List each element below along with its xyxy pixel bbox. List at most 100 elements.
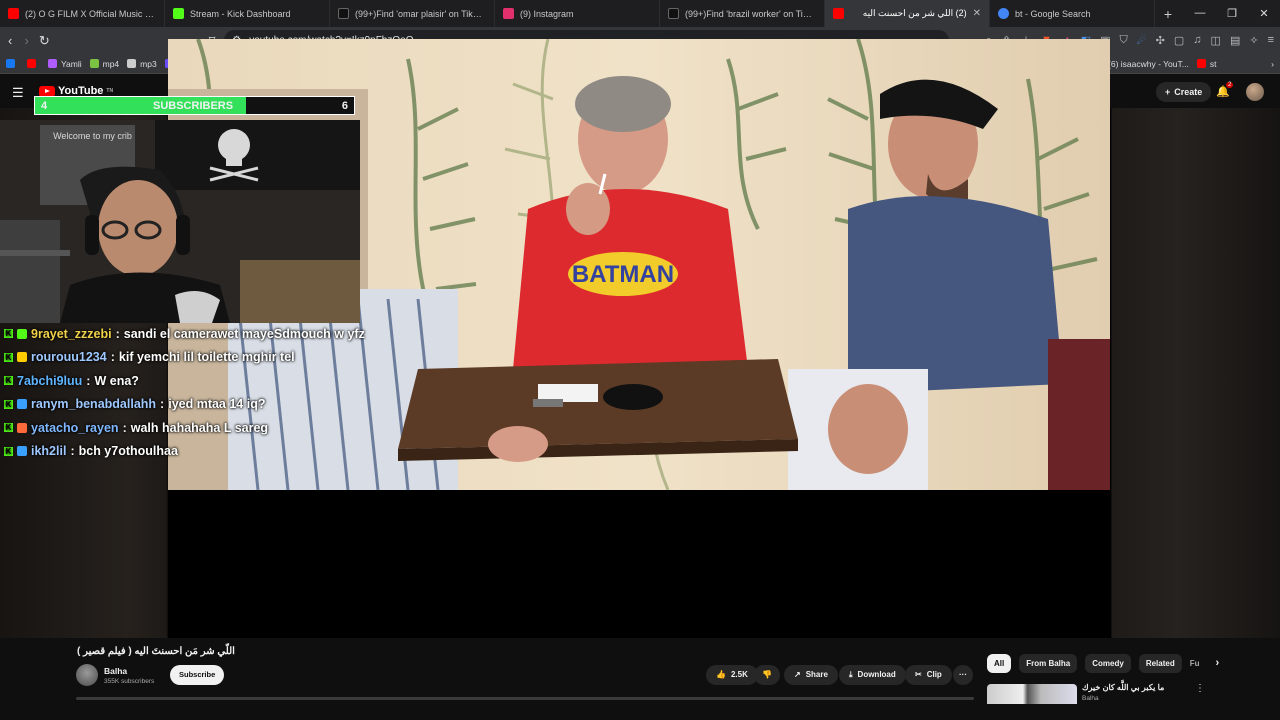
like-button[interactable]: 👍 2.5K xyxy=(706,665,758,685)
bookmark-item[interactable]: st xyxy=(1196,59,1216,69)
browser-tab[interactable]: Stream - Kick Dashboard xyxy=(165,0,330,27)
room-sign-text: Welcome to my crib xyxy=(53,131,132,141)
bookmark-item[interactable] xyxy=(27,59,40,68)
clip-button[interactable]: ✂ Clip xyxy=(905,665,952,685)
create-button[interactable]: + Create xyxy=(1156,82,1212,102)
browser-tab[interactable]: (99+)Find 'brazil worker' on TikTok | xyxy=(660,0,825,27)
maximize-icon[interactable]: ❐ xyxy=(1216,7,1248,20)
kick-platform-icon: K xyxy=(4,352,13,362)
forward-icon[interactable]: › xyxy=(22,33,30,48)
kick-platform-icon: K xyxy=(4,446,13,456)
chat-separator: : xyxy=(70,444,75,459)
chat-badge-icon xyxy=(17,352,27,363)
chat-separator: : xyxy=(115,326,120,341)
account-avatar[interactable] xyxy=(1246,83,1264,101)
more-horizontal-icon: ··· xyxy=(959,670,967,679)
chat-message: Kranym_benabdallahh: iyed mtaa 14 iq? xyxy=(4,393,384,417)
more-actions-button[interactable]: ··· xyxy=(953,665,973,685)
instagram-favicon-icon xyxy=(503,8,514,19)
share-label: Share xyxy=(805,670,828,679)
subscriber-goal-current: 4 xyxy=(41,99,48,112)
scissors-icon: ✂ xyxy=(915,670,922,679)
shield-extension-icon[interactable]: ⛉ xyxy=(1120,34,1128,47)
close-window-icon[interactable]: ✕ xyxy=(1248,7,1280,20)
close-tab-icon[interactable]: ✕ xyxy=(973,8,981,19)
tool-extension-icon[interactable]: ☄ xyxy=(1137,34,1147,47)
bookmarks-overflow-icon[interactable]: › xyxy=(1271,59,1274,69)
tab-title: Stream - Kick Dashboard xyxy=(190,8,291,19)
browser-menu-icon[interactable]: ≡ xyxy=(1268,34,1274,47)
dislike-button[interactable]: 👎 xyxy=(754,665,780,685)
chip-from-channel[interactable]: From Balha xyxy=(1019,654,1078,673)
thumbs-up-icon: 👍 xyxy=(716,670,726,679)
recommended-thumbnail[interactable] xyxy=(987,684,1077,704)
bookmark-favicon-icon xyxy=(127,59,137,68)
country-code: TN xyxy=(106,88,114,94)
chat-badge-icon xyxy=(17,328,27,339)
browser-tab[interactable]: (2) O G FILM X Official Music Vidéo xyxy=(0,0,165,27)
video-info-section: اللّي شر مَن احسنتَ اليه ( فيلم قصير ) B… xyxy=(0,638,1280,720)
notification-count-badge: 2 xyxy=(1226,82,1234,88)
webcam-overlay: Welcome to my crib xyxy=(0,120,360,323)
bookmark-item[interactable] xyxy=(6,59,19,68)
page-horizontal-scrollbar[interactable] xyxy=(76,697,974,700)
chat-message: Kikh2lil: bch y7othoulhaa xyxy=(4,440,384,464)
browser-tab[interactable]: (99+)Find 'omar plaisir' on TikTok | T xyxy=(330,0,495,27)
chip-related[interactable]: Related xyxy=(1138,654,1182,673)
minimize-icon[interactable]: — xyxy=(1184,7,1216,20)
bookmark-label: mp3 xyxy=(140,58,157,69)
browser-tab[interactable]: bt - Google Search xyxy=(990,0,1155,27)
chat-message-text: iyed mtaa 14 iq? xyxy=(168,397,266,412)
new-tab-button[interactable]: + xyxy=(1155,6,1181,22)
bookmark-item[interactable]: mp3 xyxy=(127,59,157,69)
back-icon[interactable]: ‹ xyxy=(6,33,14,48)
chip-truncated[interactable]: Fu xyxy=(1190,654,1200,673)
capture-extension-icon[interactable]: ▢ xyxy=(1174,34,1184,47)
browser-tab-active[interactable]: (2) اللي شر من احسنت اليه ✕ xyxy=(825,0,990,27)
bookmark-item[interactable]: mp4 xyxy=(89,59,119,69)
browser-tab[interactable]: (9) Instagram xyxy=(495,0,660,27)
google-favicon-icon xyxy=(998,8,1009,19)
more-vertical-icon[interactable]: ⋮ xyxy=(1195,683,1205,694)
bookmark-item[interactable]: Yamli xyxy=(48,59,82,69)
chat-message-text: sandi el camerawet mayeSdmouch w yfz xyxy=(123,326,365,341)
bookmark-favicon-icon xyxy=(48,59,57,68)
batman-logo-text: BATMAN xyxy=(572,261,674,288)
chat-message-text: kif yemchi lil toilette mghir tel xyxy=(118,350,295,365)
chat-username: ranym_benabdallahh xyxy=(31,397,157,412)
thumbs-down-icon: 👎 xyxy=(762,670,772,679)
recommendation-chips: All From Balha Comedy Related Fu › xyxy=(987,654,1219,673)
reload-icon[interactable]: ↻ xyxy=(39,33,50,49)
channel-name[interactable]: Balha xyxy=(104,666,127,676)
chip-all[interactable]: All xyxy=(987,654,1012,673)
clip-label: Clip xyxy=(926,670,942,679)
chip-comedy[interactable]: Comedy xyxy=(1085,654,1131,673)
bookmark-label: Yamli xyxy=(61,58,82,69)
recommended-video-title[interactable]: ما يكبر بي اللَّه كان خيرك xyxy=(1082,683,1164,692)
subscribe-button[interactable]: Subscribe xyxy=(170,665,225,685)
kick-platform-icon: K xyxy=(4,329,13,339)
subscriber-goal-bar: 4 SUBSCRIBERS 6 xyxy=(34,96,355,115)
wallet-icon[interactable]: ▤ xyxy=(1230,34,1240,47)
download-button[interactable]: ⤓ Download xyxy=(839,665,906,685)
extensions-icon[interactable]: ✣ xyxy=(1156,34,1165,47)
channel-avatar[interactable] xyxy=(76,664,98,686)
chat-username: 9rayet_zzzebi xyxy=(31,326,112,341)
chevron-right-icon[interactable]: › xyxy=(1216,654,1220,673)
hamburger-menu-icon[interactable]: ☰ xyxy=(12,85,24,101)
kick-platform-icon: K xyxy=(4,376,13,386)
media-icon[interactable]: ♫ xyxy=(1193,34,1201,47)
chat-separator: : xyxy=(110,350,115,365)
chat-username: yatacho_rayen xyxy=(31,420,119,435)
chat-username: ikh2lil xyxy=(31,444,67,459)
leo-icon[interactable]: ✧ xyxy=(1249,34,1258,47)
chat-separator: : xyxy=(86,373,91,388)
sidebar-icon[interactable]: ◫ xyxy=(1211,34,1221,47)
chat-badge-icon xyxy=(17,446,27,457)
video-title: اللّي شر مَن احسنتَ اليه ( فيلم قصير ) xyxy=(77,646,235,657)
share-button[interactable]: ↗ Share xyxy=(784,665,838,685)
download-label: Download xyxy=(857,670,896,679)
stream-chat-overlay: K 9rayet_zzzebi: sandi el camerawet mayeSd… xyxy=(4,322,384,463)
youtube-play-icon xyxy=(39,85,55,97)
kick-platform-icon: K xyxy=(4,423,13,433)
